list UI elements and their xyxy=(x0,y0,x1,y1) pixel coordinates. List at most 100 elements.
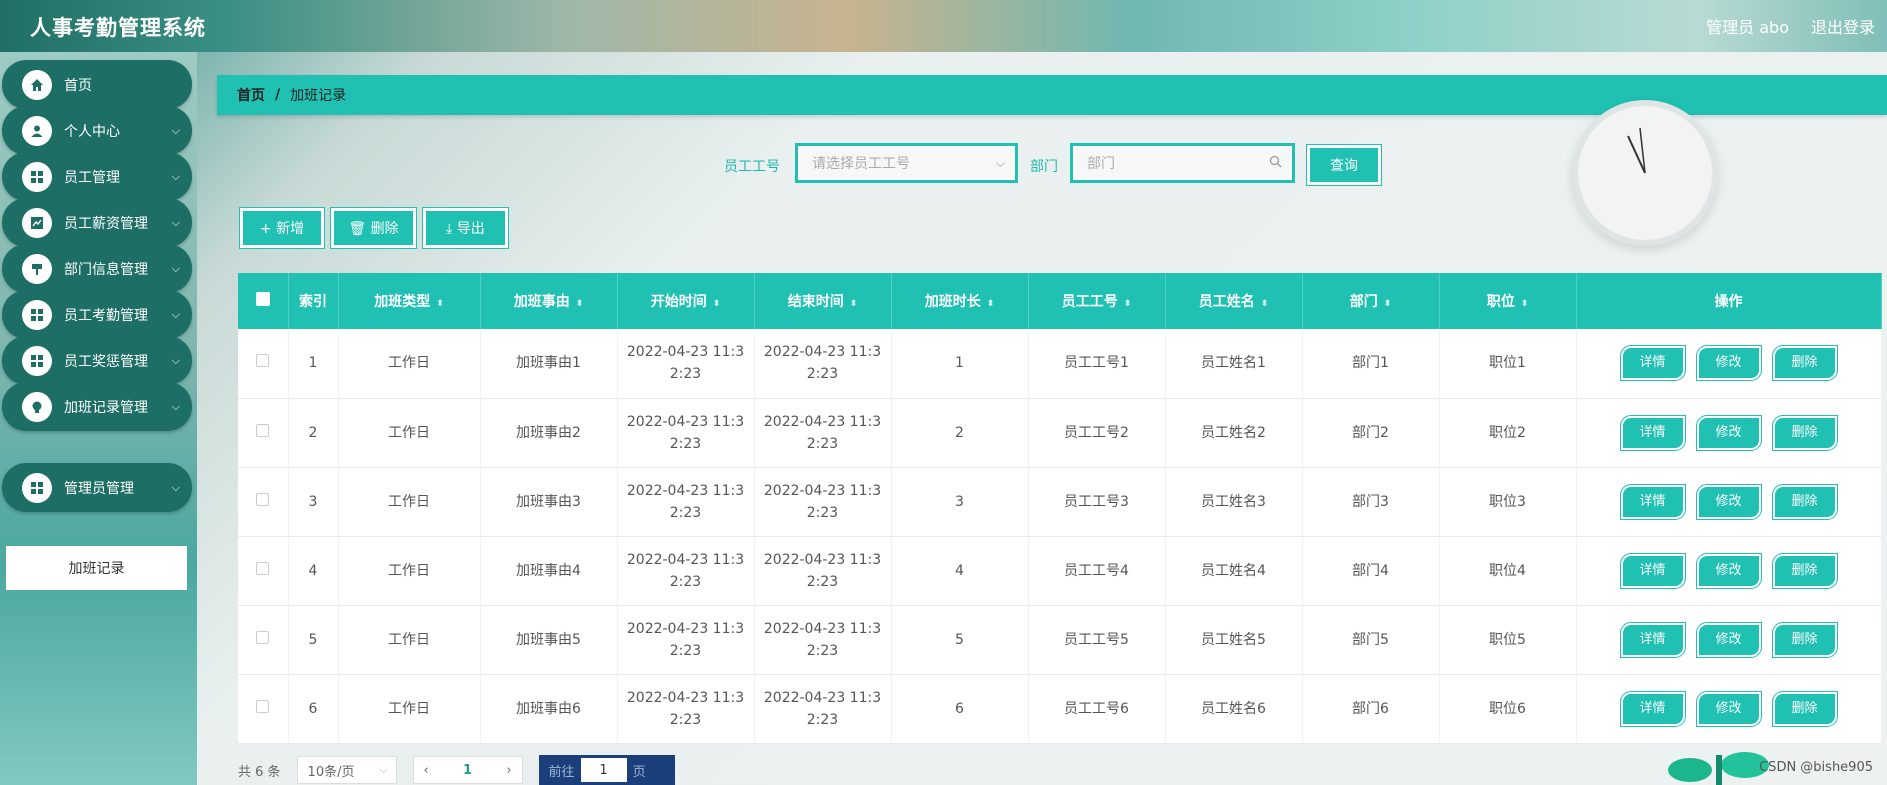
column-header-9[interactable]: 职位 ⬍ xyxy=(1439,273,1577,329)
user-icon xyxy=(22,115,52,146)
detail-button[interactable]: 详情 xyxy=(1619,483,1686,520)
column-header-label: 开始时间 xyxy=(650,294,707,310)
page-size-select[interactable]: 10条/页 ⌵ xyxy=(296,756,397,784)
column-header-6[interactable]: 员工工号 ⬍ xyxy=(1028,273,1166,329)
sidebar-item-8[interactable]: 管理员管理 ⌵ xyxy=(2,463,192,512)
sidebar-item-0[interactable]: 首页 xyxy=(2,60,192,109)
chart-icon xyxy=(22,207,52,238)
sidebar-item-2[interactable]: 员工管理 ⌵ xyxy=(2,152,192,201)
employee-no-select[interactable]: 请选择员工工号 ⌵ xyxy=(795,143,1018,183)
chevron-down-icon: ⌵ xyxy=(995,155,1005,170)
cell-start-time: 2022-04-23 11:3 2:23 xyxy=(617,674,755,744)
department-input[interactable]: 部门 xyxy=(1070,143,1295,183)
cell-type: 工作日 xyxy=(338,467,481,537)
sidebar-item-6[interactable]: 员工奖惩管理 ⌵ xyxy=(2,336,192,385)
sort-icon[interactable]: ⬍ xyxy=(1124,299,1132,309)
export-button[interactable]: ⤓ 导出 xyxy=(422,207,509,249)
delete-row-button[interactable]: 删除 xyxy=(1771,690,1838,727)
row-checkbox[interactable] xyxy=(238,674,289,744)
next-page-icon[interactable]: › xyxy=(506,763,511,778)
column-header-1[interactable]: 加班类型 ⬍ xyxy=(338,273,481,329)
column-header-0: 索引 xyxy=(288,273,339,329)
cell-reason-value: 加班事由4 xyxy=(516,562,581,579)
sort-icon[interactable]: ⬍ xyxy=(1384,299,1392,309)
column-header-7[interactable]: 员工姓名 ⬍ xyxy=(1165,273,1303,329)
end-time-line1: 2022-04-23 11:3 xyxy=(763,344,882,361)
sort-icon[interactable]: ⬍ xyxy=(1521,299,1529,309)
column-header-4[interactable]: 结束时间 ⬍ xyxy=(754,273,892,329)
sidebar-item-3[interactable]: 员工薪资管理 ⌵ xyxy=(2,198,192,247)
row-checkbox[interactable] xyxy=(238,467,289,537)
table-row: 5 工作日 加班事由5 2022-04-23 11:3 2:23 2022-04-23 1… xyxy=(238,605,1882,675)
goto-suffix: 页 xyxy=(632,764,646,780)
cell-start-time: 2022-04-23 11:3 2:23 xyxy=(617,467,755,537)
detail-button[interactable]: 详情 xyxy=(1619,414,1686,451)
cell-employee-no-value: 员工工号4 xyxy=(1064,562,1129,579)
sort-icon[interactable]: ⬍ xyxy=(436,299,444,309)
edit-button[interactable]: 修改 xyxy=(1695,621,1762,658)
sidebar-item-5[interactable]: 员工考勤管理 ⌵ xyxy=(2,290,192,339)
cell-type: 工作日 xyxy=(338,329,481,399)
cell-index: 2 xyxy=(288,398,339,468)
column-header-2[interactable]: 加班事由 ⬍ xyxy=(480,273,618,329)
goto-page: 前往 1 页 xyxy=(538,755,675,785)
detail-button[interactable]: 详情 xyxy=(1619,621,1686,658)
edit-button[interactable]: 修改 xyxy=(1695,483,1762,520)
end-time-line1: 2022-04-23 11:3 xyxy=(763,689,882,706)
cell-employee-no: 员工工号3 xyxy=(1028,467,1166,537)
breadcrumb-home[interactable]: 首页 xyxy=(237,85,265,105)
add-button[interactable]: + 新增 xyxy=(239,207,325,249)
goto-page-input[interactable]: 1 xyxy=(580,758,627,782)
cell-reason: 加班事由2 xyxy=(480,398,618,468)
column-header-5[interactable]: 加班时长 ⬍ xyxy=(891,273,1029,329)
sidebar-item-7[interactable]: 加班记录管理 ⌵ xyxy=(2,382,192,431)
sort-icon[interactable]: ⬍ xyxy=(850,299,858,309)
logout-link[interactable]: 退出登录 xyxy=(1811,14,1875,38)
prev-page-icon[interactable]: ‹ xyxy=(424,763,429,778)
sort-icon[interactable]: ⬍ xyxy=(1261,299,1269,309)
row-checkbox[interactable] xyxy=(238,329,289,399)
column-header-8[interactable]: 部门 ⬍ xyxy=(1302,273,1440,329)
edit-button[interactable]: 修改 xyxy=(1695,345,1762,382)
sort-icon[interactable]: ⬍ xyxy=(576,299,584,309)
delete-row-button[interactable]: 删除 xyxy=(1771,414,1838,451)
sidebar-item-label: 员工管理 xyxy=(64,169,120,186)
sort-icon[interactable]: ⬍ xyxy=(987,299,995,309)
detail-button[interactable]: 详情 xyxy=(1619,690,1686,727)
end-time-line2: 2:23 xyxy=(806,711,839,728)
delete-button[interactable]: 🗑 删除 xyxy=(330,207,417,249)
grid-icon xyxy=(22,345,52,376)
edit-button[interactable]: 修改 xyxy=(1695,552,1762,589)
submenu-item-overtime-records[interactable]: 加班记录 xyxy=(6,546,187,590)
detail-button[interactable]: 详情 xyxy=(1619,552,1686,589)
edit-button[interactable]: 修改 xyxy=(1695,690,1762,727)
cell-index-value: 3 xyxy=(308,493,318,510)
edit-button[interactable]: 修改 xyxy=(1695,414,1762,451)
sidebar-item-4[interactable]: 部门信息管理 ⌵ xyxy=(2,244,192,293)
cell-type: 工作日 xyxy=(338,398,481,468)
cell-position-value: 职位1 xyxy=(1489,355,1526,372)
delete-row-button[interactable]: 删除 xyxy=(1771,621,1838,658)
delete-row-button[interactable]: 删除 xyxy=(1771,483,1838,520)
column-header-3[interactable]: 开始时间 ⬍ xyxy=(617,273,755,329)
cell-duration-value: 5 xyxy=(955,631,964,648)
cell-department: 部门6 xyxy=(1302,674,1440,744)
row-checkbox[interactable] xyxy=(238,536,289,606)
column-header-label: 员工姓名 xyxy=(1198,294,1255,310)
select-all-checkbox[interactable] xyxy=(238,273,289,329)
sidebar-item-1[interactable]: 个人中心 ⌵ xyxy=(2,106,192,155)
cell-position-value: 职位3 xyxy=(1489,493,1526,510)
sort-icon[interactable]: ⬍ xyxy=(713,299,721,309)
detail-button[interactable]: 详情 xyxy=(1619,345,1686,382)
row-checkbox[interactable] xyxy=(238,398,289,468)
query-button[interactable]: 查询 xyxy=(1306,144,1382,186)
end-time-line2: 2:23 xyxy=(806,504,839,521)
start-time-line2: 2:23 xyxy=(669,504,702,521)
cell-employee-no: 员工工号5 xyxy=(1028,605,1166,675)
cell-position: 职位6 xyxy=(1439,674,1577,744)
delete-row-button[interactable]: 删除 xyxy=(1771,345,1838,382)
row-checkbox[interactable] xyxy=(238,605,289,675)
delete-row-button[interactable]: 删除 xyxy=(1771,552,1838,589)
current-page[interactable]: 1 xyxy=(463,763,472,778)
cell-employee-no-value: 员工工号2 xyxy=(1064,424,1129,441)
